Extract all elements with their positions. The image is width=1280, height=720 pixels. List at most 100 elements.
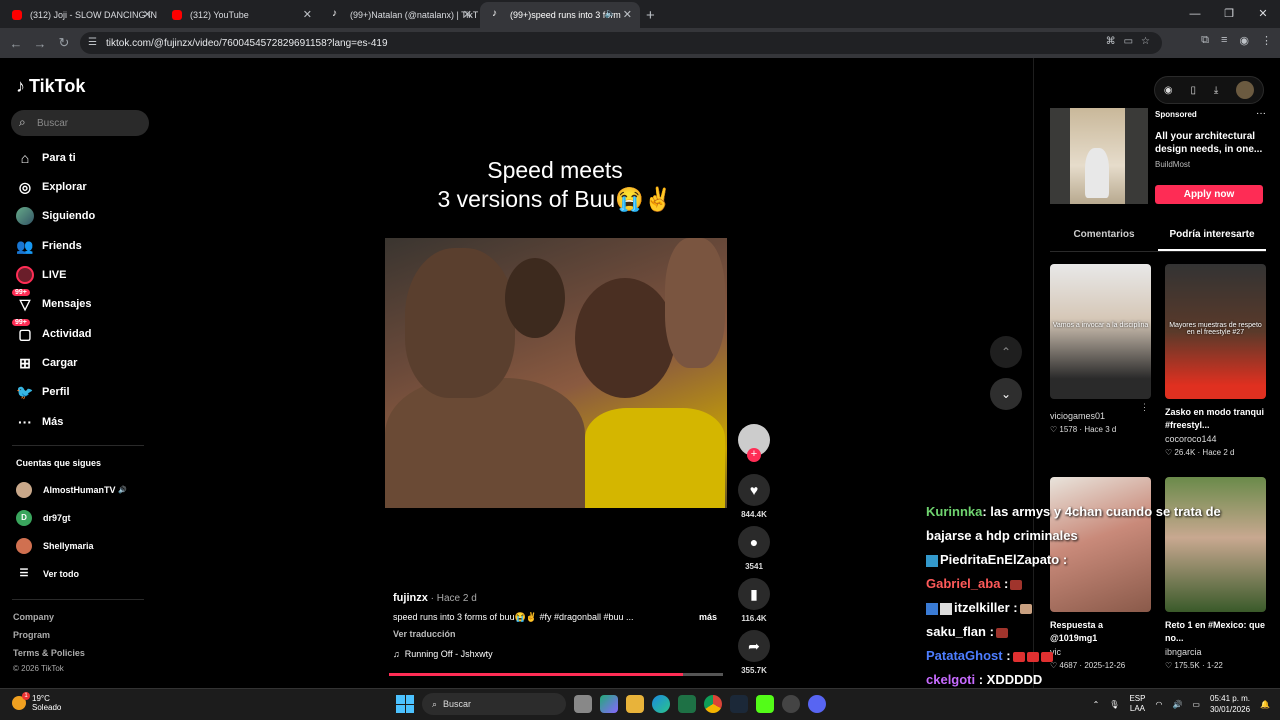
- video-progress-bar[interactable]: [389, 673, 723, 676]
- sponsored-ad[interactable]: Sponsored ··· All your architectural des…: [1050, 108, 1266, 208]
- nav-friends[interactable]: 👥 Friends: [14, 234, 81, 258]
- comment-button[interactable]: ● 3541: [736, 526, 772, 571]
- nav-perfil[interactable]: 🐦 Perfil: [14, 380, 69, 404]
- taskbar-search[interactable]: ⌕ Buscar: [422, 693, 566, 715]
- suggested-video-card[interactable]: Mayores muestras de respeto en el freest…: [1165, 264, 1266, 457]
- wifi-icon[interactable]: ◠: [1155, 700, 1162, 709]
- avatar[interactable]: +: [738, 424, 770, 462]
- nav-live[interactable]: LIVE: [14, 263, 66, 287]
- video-author[interactable]: fujinzx · Hace 2 d: [393, 592, 723, 604]
- cast-icon[interactable]: ▭: [1124, 36, 1133, 47]
- nav-cargar[interactable]: ⊞ Cargar: [14, 351, 77, 375]
- battery-icon[interactable]: ▭: [1192, 700, 1200, 709]
- browser-tab-youtube[interactable]: (312) YouTube ✕: [160, 2, 320, 28]
- more-button[interactable]: más: [699, 612, 717, 622]
- video-thumbnail[interactable]: Vamos a invocar a la disciplina: [1050, 264, 1151, 399]
- phone-icon[interactable]: ▯: [1190, 85, 1196, 96]
- tab-comentarios[interactable]: Comentarios: [1050, 226, 1158, 251]
- close-tab-icon[interactable]: ✕: [303, 8, 312, 21]
- nav-siguiendo[interactable]: Siguiendo: [14, 204, 95, 228]
- edge-icon[interactable]: [652, 695, 670, 713]
- site-info-icon[interactable]: ☰: [88, 37, 97, 48]
- following-item[interactable]: AlmostHumanTV 🔊: [16, 482, 127, 498]
- close-tab-icon[interactable]: ✕: [463, 8, 472, 21]
- language-indicator[interactable]: ESP LAA: [1129, 694, 1145, 714]
- nav-mas[interactable]: ··· Más: [14, 410, 63, 434]
- see-all-link[interactable]: ☰ Ver todo: [16, 568, 80, 579]
- task-view-icon[interactable]: [574, 695, 592, 713]
- previous-video-button[interactable]: ⌃: [990, 336, 1022, 368]
- microphone-icon[interactable]: 🎙: [1109, 700, 1119, 709]
- extensions-icon[interactable]: ⧉: [1201, 34, 1209, 47]
- volume-icon[interactable]: 🔊: [1172, 700, 1182, 709]
- tiktok-logo[interactable]: ♪ TikTok: [16, 76, 85, 97]
- next-video-button[interactable]: ⌄: [990, 378, 1022, 410]
- notification-bell-icon[interactable]: 🔔: [1260, 700, 1270, 709]
- search-input[interactable]: ⌕ Buscar: [11, 110, 149, 136]
- excel-icon[interactable]: [678, 695, 696, 713]
- clock[interactable]: 05:41 p. m. 30/01/2026: [1210, 693, 1250, 715]
- close-window-icon[interactable]: ✕: [1246, 0, 1280, 28]
- nav-explorar[interactable]: ◎ Explorar: [14, 175, 87, 199]
- translate-link[interactable]: Ver traducción: [393, 629, 723, 639]
- following-item[interactable]: Shellymaria: [16, 538, 94, 554]
- heart-icon[interactable]: ♥: [738, 474, 770, 506]
- footer-terms[interactable]: Terms & Policies: [13, 648, 85, 658]
- close-tab-icon[interactable]: ✕: [143, 8, 152, 21]
- reload-icon[interactable]: ↻: [52, 35, 76, 51]
- bookmark-star-icon[interactable]: ☆: [1141, 36, 1150, 47]
- ad-menu-icon[interactable]: ···: [1256, 108, 1266, 119]
- download-icon[interactable]: ⤓: [1214, 85, 1218, 96]
- steam-icon[interactable]: [730, 695, 748, 713]
- url-text[interactable]: tiktok.com/@fujinzx/video/76004545728296…: [106, 38, 388, 49]
- browser-tab-natalan[interactable]: ♪ (99+)Natalan (@natalanx) | TikT ✕: [320, 2, 480, 28]
- weather-widget[interactable]: 1 19°C Soleado: [12, 692, 61, 712]
- speaker-icon[interactable]: 🔈: [605, 8, 616, 19]
- minimize-icon[interactable]: —: [1178, 0, 1212, 28]
- copilot-icon[interactable]: [600, 695, 618, 713]
- browser-tab-speed[interactable]: ♪ (99+)speed runs into 3 form 🔈 ✕: [480, 2, 640, 28]
- discord-icon[interactable]: [808, 695, 826, 713]
- card-menu-icon[interactable]: ⋮: [1140, 402, 1149, 413]
- like-button[interactable]: ♥ 844.4K: [736, 474, 772, 519]
- menu-icon[interactable]: ⋮: [1261, 34, 1272, 47]
- bookmark-icon[interactable]: ▮: [738, 578, 770, 610]
- nav-para-ti[interactable]: ⌂ Para ti: [14, 146, 76, 170]
- chrome-icon[interactable]: [704, 695, 722, 713]
- translate-icon[interactable]: ⌘: [1106, 36, 1116, 47]
- follow-plus-icon[interactable]: +: [747, 448, 761, 462]
- kick-icon[interactable]: [756, 695, 774, 713]
- card-user[interactable]: cocoroco144: [1165, 434, 1266, 444]
- browser-tab-joji[interactable]: (312) Joji - SLOW DANCING IN ✕: [0, 2, 160, 28]
- ad-thumbnail[interactable]: [1050, 108, 1148, 204]
- share-icon[interactable]: ➦: [738, 630, 770, 662]
- maximize-icon[interactable]: ❐: [1212, 0, 1246, 28]
- video-player[interactable]: [385, 238, 727, 508]
- media-icon[interactable]: ≡: [1221, 34, 1227, 47]
- app-icon[interactable]: [782, 695, 800, 713]
- windows-start-icon[interactable]: [396, 695, 414, 713]
- new-tab-button[interactable]: +: [640, 7, 665, 28]
- suggested-video-card[interactable]: Vamos a invocar a la disciplina ⋮ viciog…: [1050, 264, 1151, 434]
- profile-icon[interactable]: ◉: [1239, 34, 1249, 47]
- footer-company[interactable]: Company: [13, 612, 54, 622]
- comment-icon[interactable]: ●: [738, 526, 770, 558]
- video-thumbnail[interactable]: Mayores muestras de respeto en el freest…: [1165, 264, 1266, 399]
- chevron-up-icon[interactable]: ⌃: [1093, 700, 1100, 709]
- following-item[interactable]: Ddr97gt: [16, 510, 71, 526]
- nav-actividad[interactable]: ▢ 99+ Actividad: [12, 319, 92, 346]
- forward-icon[interactable]: →: [28, 36, 52, 51]
- back-icon[interactable]: ←: [4, 36, 28, 51]
- file-explorer-icon[interactable]: [626, 695, 644, 713]
- card-title[interactable]: Zasko en modo tranqui #freestyl...: [1165, 406, 1266, 432]
- avatar[interactable]: [1236, 81, 1255, 99]
- close-tab-icon[interactable]: ✕: [623, 8, 632, 21]
- music-link[interactable]: ♫ Running Off - Jshxwty: [393, 649, 723, 659]
- creator-avatar[interactable]: +: [736, 424, 772, 462]
- author-name[interactable]: fujinzx: [393, 592, 428, 604]
- address-bar[interactable]: ☰ tiktok.com/@fujinzx/video/760045457282…: [80, 32, 1162, 54]
- tab-podria-interesarte[interactable]: Podría interesarte: [1158, 226, 1266, 251]
- nav-mensajes[interactable]: ▽ 99+ Mensajes: [12, 289, 92, 316]
- apply-now-button[interactable]: Apply now: [1155, 185, 1263, 204]
- footer-program[interactable]: Program: [13, 630, 50, 640]
